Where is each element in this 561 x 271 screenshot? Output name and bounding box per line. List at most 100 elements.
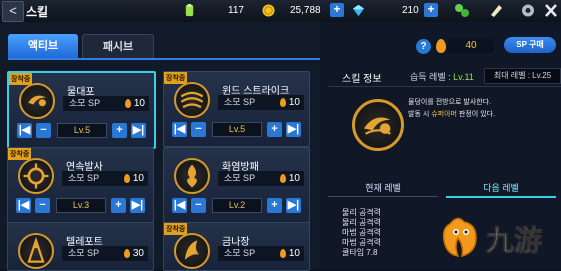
skill-description: 물덩이를 전방으로 발사한다. 발동 시 슈퍼아머 판정이 있다. [408,97,495,121]
sp-cost-label: 소모 SP [69,98,101,108]
level-down-button[interactable]: − [191,198,206,213]
rapid-fire-icon [18,158,54,194]
sp-drop-icon [280,174,286,183]
skill-card[interactable]: 장착중 물대포 소모 SP 10 |◀ − Lv.5 + ▶| [7,71,156,149]
level-display: Lv.5 [212,122,262,137]
gold-count: 25,788 [290,5,321,16]
description-text: 판정이 있다. [456,111,496,118]
sp-cost: 소모 SP 10 [218,246,304,261]
level-min-button[interactable]: |◀ [172,122,187,137]
level-max-button[interactable]: ▶| [131,123,146,138]
jiuyou-watermark-logo: 九游 [442,217,543,258]
stat-line: 물리 공격력 [342,218,382,227]
level-controls: |◀ − Lv.3 + ▶| [16,198,146,214]
sp-cost: 소모 SP 30 [62,246,148,261]
gem-add-button[interactable]: + [424,3,438,17]
tab-passive[interactable]: 패시브 [82,34,154,60]
skill-card[interactable]: 장착중 금나장 소모 SP 10 [163,222,310,271]
stat-line: 마법 공격력 [342,228,382,237]
tab-active[interactable]: 액티브 [8,34,78,58]
tab-current-level[interactable]: 현재 레벨 [328,180,438,197]
settings-icon[interactable] [520,3,536,18]
level-min-button[interactable]: |◀ [16,198,31,213]
acquire-level-value: Lv.11 [453,72,474,82]
equipped-badge: 장착중 [164,223,188,235]
skill-card[interactable]: 장착중 윈드 스트라이크 소모 SP 10 |◀ − Lv.5 + ▶| [163,71,310,147]
sp-drop-icon [124,249,130,258]
level-up-button[interactable]: + [111,198,126,213]
level-max-button[interactable]: ▶| [286,198,301,213]
sp-cost: 소모 SP 10 [218,95,304,110]
description-line: 물덩이를 전방으로 발사한다. [408,99,492,106]
description-text: 발동 시 [408,111,432,118]
level-controls: |◀ − Lv.5 + ▶| [172,122,302,138]
sp-cost-label: 소모 SP [224,173,256,183]
sp-cost-label: 소모 SP [224,248,256,258]
sp-drop-icon [280,98,286,107]
stats-list: 물리 공격력 물리 공격력 마법 공격력 마법 공격력 쿨타임 7.8 [342,208,381,258]
help-button[interactable]: ? [416,39,431,54]
level-down-button[interactable]: − [35,198,50,213]
back-button[interactable]: < [2,1,24,22]
gem-icon [352,4,365,17]
level-down-button[interactable]: − [36,123,51,138]
close-icon[interactable] [543,3,559,18]
sp-cost-value: 10 [132,173,144,184]
watermark-text: 九游 [486,224,542,257]
level-display: Lv.5 [57,123,107,138]
acquire-level-label: 습득 레벨 : [410,72,454,82]
sp-cost-label: 소모 SP [68,248,100,258]
sp-drop-icon [124,174,130,183]
coin-icon [262,4,275,17]
fire-shield-icon [174,158,210,194]
teleport-icon [18,233,54,269]
sp-cost-value: 10 [288,248,300,259]
tab-underline [8,58,320,60]
sp-cost: 소모 SP 10 [62,171,148,186]
equipped-badge: 장착중 [9,73,33,85]
green-energy-icon[interactable] [454,3,470,18]
level-min-button[interactable]: |◀ [17,123,32,138]
equipped-badge: 장착중 [164,72,188,84]
wind-strike-icon [174,82,210,118]
level-down-button[interactable]: − [191,122,206,137]
sp-cost: 소모 SP 10 [218,171,304,186]
level-max-button[interactable]: ▶| [130,198,145,213]
sp-icon [436,39,446,53]
skill-card[interactable]: 장착중 연속발사 소모 SP 10 |◀ − Lv.3 + ▶| [7,147,154,223]
page-title: 스킬 [26,5,49,19]
gem-count: 210 [402,5,419,16]
skill-card[interactable]: 화염방패 소모 SP 10 |◀ − Lv.2 + ▶| [163,147,310,223]
level-display: Lv.2 [212,198,262,213]
super-armor-keyword: 슈퍼아머 [431,111,457,118]
water-cannon-icon [19,83,55,119]
level-up-button[interactable]: + [112,123,127,138]
golden-palm-icon [174,233,210,269]
sp-cost-value: 10 [288,173,300,184]
level-up-button[interactable]: + [267,122,282,137]
stat-line: 쿨타임 7.8 [342,248,378,257]
level-min-button[interactable]: |◀ [172,198,187,213]
gold-add-button[interactable]: + [330,3,344,17]
water-cannon-icon [352,99,404,151]
buy-sp-button[interactable]: SP 구매 [504,37,556,53]
stamina-count: 117 [228,5,244,16]
top-bar: < 스킬 117 25,788 + 210 + [0,0,561,23]
gold-resource [262,3,279,18]
level-max-button[interactable]: ▶| [286,122,301,137]
sp-cost-value: 10 [133,98,145,109]
skill-card[interactable]: 텔레포트 소모 SP 30 [7,222,154,271]
max-level: 최대 레벨 : Lv.25 [484,68,561,84]
stamina-resource [183,3,200,18]
sp-cost-label: 소모 SP [68,173,100,183]
sp-cost: 소모 SP 10 [63,96,149,111]
stat-line: 마법 공격력 [342,238,382,247]
level-up-button[interactable]: + [267,198,282,213]
stat-line: 물리 공격력 [342,208,382,217]
description-line: 발동 시 슈퍼아머 판정이 있다. [408,109,495,121]
tab-next-level[interactable]: 다음 레벨 [446,180,556,198]
sp-drop-icon [280,249,286,258]
scroll-icon[interactable] [488,3,504,18]
potion-icon [185,4,194,17]
sp-cost-value: 30 [132,248,144,259]
